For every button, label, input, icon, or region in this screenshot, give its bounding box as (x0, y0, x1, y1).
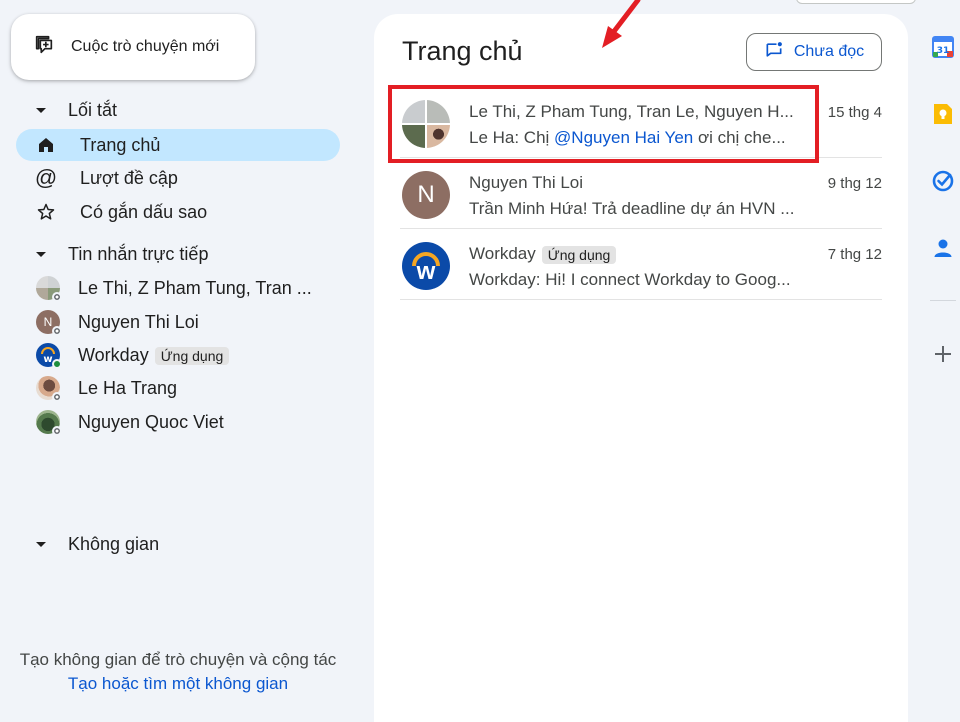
new-chat-icon (33, 34, 55, 61)
chevron-down-icon (36, 542, 46, 547)
conversation-row[interactable]: w Workday Ứng dụng Workday: Hi! I connect… (400, 230, 882, 300)
conversation-date: 7 thg 12 (827, 246, 882, 263)
dm-label: Workday (78, 344, 149, 365)
avatar (427, 125, 450, 148)
app-chip: Ứng dụng (154, 346, 230, 365)
chevron-down-icon (36, 252, 46, 257)
nav-item-home[interactable]: Trang chủ (16, 129, 340, 161)
avatar: N (36, 310, 62, 336)
chevron-down-icon (36, 108, 46, 113)
app-chip: Ứng dụng (541, 245, 617, 264)
dm-label: Le Thi, Z Pham Tung, Tran ... (78, 277, 312, 298)
top-control (796, 0, 916, 4)
dm-label: Nguyen Quoc Viet (78, 411, 224, 432)
sidebar: Cuộc trò chuyện mới Lối tắt Trang chủ @ … (0, 0, 360, 722)
avatar-letter: N (417, 181, 435, 208)
avatar (427, 100, 450, 123)
nav-item-starred[interactable]: Có gắn dấu sao (16, 196, 340, 228)
unread-chat-icon (764, 40, 784, 65)
status-icon (52, 359, 62, 369)
snippet-text: Le Ha: Chị (469, 128, 555, 147)
calendar-day: 31 (937, 46, 950, 56)
conversation-name: Workday (469, 244, 536, 263)
calendar-icon[interactable]: 31 (930, 34, 956, 60)
nav-item-label: Lượt đề cập (80, 167, 178, 188)
new-chat-label: Cuộc trò chuyện mới (71, 38, 220, 55)
add-icon[interactable] (930, 341, 956, 367)
nav-item-label: Có gắn dấu sao (80, 201, 208, 222)
conversation-name: Le Thi, Z Pham Tung, Tran Le, Nguyen H..… (469, 102, 794, 121)
conversation-date: 15 thg 4 (827, 104, 882, 121)
workday-logo-icon: w (36, 343, 62, 369)
status-icon (52, 392, 62, 402)
conversation-snippet: Trần Minh Hứa! Trả deadline dự án HVN ..… (469, 199, 795, 218)
avatar-letter: w (416, 258, 436, 285)
empty-spaces-message: Tạo không gian để trò chuyện và cộng tác… (0, 648, 356, 696)
group-avatar (402, 100, 450, 148)
dm-item-le-ha-trang[interactable]: Le Ha Trang (16, 372, 340, 404)
spaces-label: Không gian (68, 534, 160, 554)
dm-item-workday[interactable]: w Workday Ứng dụng (16, 339, 340, 371)
dm-header[interactable]: Tin nhắn trực tiếp (36, 244, 208, 265)
status-icon (52, 292, 62, 302)
avatar (36, 276, 62, 302)
unread-label: Chưa đọc (793, 43, 865, 60)
avatar: N (402, 171, 450, 219)
dm-item-group[interactable]: Le Thi, Z Pham Tung, Tran ... (16, 272, 340, 304)
nav-item-mentions[interactable]: @ Lượt đề cập (16, 162, 340, 194)
dm-item-nguyen-thi-loi[interactable]: N Nguyen Thi Loi (16, 306, 340, 338)
dm-label: Nguyen Thi Loi (78, 311, 199, 332)
dm-label: Le Ha Trang (78, 377, 178, 398)
create-space-link[interactable]: Tạo hoặc tìm một không gian (0, 672, 356, 696)
dm-item-nguyen-quoc-viet[interactable]: Nguyen Quoc Viet (16, 406, 340, 438)
status-icon (52, 326, 62, 336)
new-chat-button[interactable]: Cuộc trò chuyện mới (11, 14, 255, 80)
empty-spaces-text: Tạo không gian để trò chuyện và cộng tác (19, 650, 337, 669)
avatar (402, 100, 425, 123)
conversation-snippet: Workday: Hi! I connect Workday to Goog..… (469, 270, 791, 289)
tasks-icon[interactable] (930, 168, 956, 194)
avatar (36, 410, 62, 436)
home-panel: Trang chủ Chưa đọc Le Thi, Z Pham Tung, … (374, 14, 908, 722)
conversation-name-wrap: Workday Ứng dụng (469, 244, 805, 264)
star-icon (36, 202, 56, 222)
workday-logo-icon: w (402, 242, 450, 290)
conversation-snippet: Le Ha: Chị @Nguyen Hai Yen ơi chị che... (469, 128, 805, 148)
annotation-arrow-icon (602, 0, 641, 48)
dm-label-wrap: Workday Ứng dụng (78, 344, 230, 366)
conversation-row[interactable]: Le Thi, Z Pham Tung, Tran Le, Nguyen H..… (400, 88, 882, 158)
conversation-row[interactable]: N Nguyen Thi Loi Trần Minh Hứa! Trả dead… (400, 159, 882, 229)
avatar (402, 125, 425, 148)
dm-label: Tin nhắn trực tiếp (68, 244, 209, 264)
avatar (36, 376, 62, 402)
rail-divider (930, 300, 956, 301)
shortcuts-label: Lối tắt (68, 100, 118, 120)
nav-item-label: Trang chủ (80, 134, 161, 155)
page-title: Trang chủ (402, 36, 523, 66)
contacts-icon[interactable] (930, 235, 956, 261)
snippet-text: ơi chị che... (693, 128, 786, 147)
spaces-header[interactable]: Không gian (36, 534, 159, 555)
unread-filter-button[interactable]: Chưa đọc (746, 33, 882, 71)
conversation-name: Nguyen Thi Loi (469, 173, 584, 192)
mention-link[interactable]: @Nguyen Hai Yen (554, 128, 693, 147)
keep-icon[interactable] (930, 101, 956, 127)
home-icon (36, 136, 56, 154)
conversation-date: 9 thg 12 (827, 175, 882, 192)
at-sign-icon: @ (34, 165, 58, 190)
status-icon (52, 426, 62, 436)
shortcuts-header[interactable]: Lối tắt (36, 100, 117, 121)
